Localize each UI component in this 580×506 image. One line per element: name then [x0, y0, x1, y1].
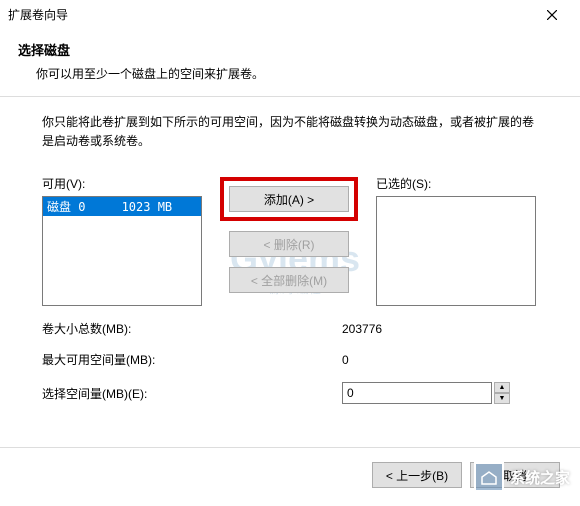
list-item[interactable]: 磁盘 0 1023 MB [43, 197, 201, 216]
spinner-up[interactable]: ▲ [494, 382, 510, 393]
selected-label: 已选的(S): [376, 175, 536, 192]
back-button[interactable]: < 上一步(B) [372, 462, 462, 488]
footer-separator [0, 447, 580, 448]
lists-row: 可用(V): 磁盘 0 1023 MB 添加(A) > < 删除(R) < 全部… [42, 175, 538, 306]
header-subtitle: 你可以用至少一个磁盘上的空间来扩展卷。 [18, 65, 562, 82]
spinner-buttons: ▲ ▼ [494, 382, 510, 404]
selected-column: 已选的(S): [376, 175, 536, 306]
max-space-value: 0 [342, 353, 512, 367]
selected-listbox[interactable] [376, 196, 536, 306]
spinner-down[interactable]: ▼ [494, 393, 510, 404]
select-space-row: 选择空间量(MB)(E): ▲ ▼ [42, 382, 538, 404]
content-area: 你只能将此卷扩展到如下所示的可用空间，因为不能将磁盘转换为动态磁盘，或者被扩展的… [0, 97, 580, 414]
wizard-footer: < 上一步(B) 取消 [372, 462, 560, 488]
cancel-button[interactable]: 取消 [470, 462, 560, 488]
info-text: 你只能将此卷扩展到如下所示的可用空间，因为不能将磁盘转换为动态磁盘，或者被扩展的… [42, 113, 538, 151]
available-column: 可用(V): 磁盘 0 1023 MB [42, 175, 202, 306]
select-space-input[interactable] [342, 382, 492, 404]
select-space-spinner: ▲ ▼ [342, 382, 510, 404]
available-listbox[interactable]: 磁盘 0 1023 MB [42, 196, 202, 306]
add-highlight: 添加(A) > [220, 177, 358, 221]
select-space-label: 选择空间量(MB)(E): [42, 385, 342, 402]
total-size-row: 卷大小总数(MB): 203776 [42, 320, 538, 337]
window-title: 扩展卷向导 [8, 6, 532, 23]
max-space-label: 最大可用空间量(MB): [42, 351, 342, 368]
header-title: 选择磁盘 [18, 40, 562, 59]
transfer-buttons: 添加(A) > < 删除(R) < 全部删除(M) [214, 175, 364, 293]
wizard-header: 选择磁盘 你可以用至少一个磁盘上的空间来扩展卷。 [0, 30, 580, 97]
add-button[interactable]: 添加(A) > [229, 186, 349, 212]
remove-all-button[interactable]: < 全部删除(M) [229, 267, 349, 293]
close-icon [547, 10, 557, 20]
total-size-value: 203776 [342, 322, 512, 336]
max-space-row: 最大可用空间量(MB): 0 [42, 351, 538, 368]
available-label: 可用(V): [42, 175, 202, 192]
total-size-label: 卷大小总数(MB): [42, 320, 342, 337]
remove-button[interactable]: < 删除(R) [229, 231, 349, 257]
titlebar: 扩展卷向导 [0, 0, 580, 30]
close-button[interactable] [532, 1, 572, 29]
